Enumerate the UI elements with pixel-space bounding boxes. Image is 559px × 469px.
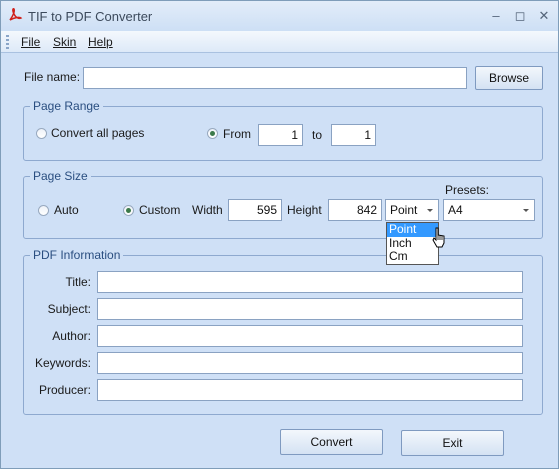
from-radio[interactable]	[207, 128, 218, 139]
menu-file[interactable]: File	[21, 35, 40, 49]
auto-label[interactable]: Auto	[54, 203, 79, 217]
to-page-input[interactable]: 1	[331, 124, 376, 146]
file-name-label: File name:	[24, 70, 81, 84]
author-field-input[interactable]	[97, 325, 523, 347]
width-label: Width	[192, 203, 223, 217]
page-range-title: Page Range	[30, 99, 103, 113]
from-label[interactable]: From	[223, 127, 251, 141]
custom-label[interactable]: Custom	[139, 203, 180, 217]
width-input[interactable]: 595	[228, 199, 282, 221]
app-window: TIF to PDF Converter – ◻ ✕ File Skin Hel…	[0, 0, 559, 469]
custom-radio[interactable]	[123, 205, 134, 216]
producer-field-input[interactable]	[97, 379, 523, 401]
chevron-down-icon	[427, 209, 433, 212]
keywords-field-input[interactable]	[97, 352, 523, 374]
unit-select[interactable]: Point	[385, 199, 439, 221]
author-field-label: Author:	[52, 329, 91, 343]
mouse-cursor-icon	[432, 227, 445, 248]
title-field-label: Title:	[65, 275, 91, 289]
page-size-title: Page Size	[30, 169, 91, 183]
subject-field-input[interactable]	[97, 298, 523, 320]
height-input[interactable]: 842	[328, 199, 382, 221]
presets-label: Presets:	[445, 183, 490, 197]
title-field-input[interactable]	[97, 271, 523, 293]
unit-option-point[interactable]: Point	[387, 223, 438, 237]
keywords-field-label: Keywords:	[34, 356, 91, 370]
to-label: to	[312, 128, 323, 142]
height-label: Height	[287, 203, 322, 217]
minimize-icon[interactable]: –	[488, 9, 504, 23]
presets-select[interactable]: A4	[443, 199, 535, 221]
from-page-input[interactable]: 1	[258, 124, 303, 146]
chevron-down-icon	[523, 209, 529, 212]
convert-button[interactable]: Convert	[280, 429, 383, 455]
menu-grip	[6, 35, 9, 49]
browse-button[interactable]: Browse	[475, 66, 543, 90]
file-name-input[interactable]	[83, 67, 467, 89]
presets-select-value: A4	[448, 203, 463, 217]
close-icon[interactable]: ✕	[536, 9, 552, 23]
convert-all-label[interactable]: Convert all pages	[51, 126, 144, 140]
pdf-info-title: PDF Information	[30, 248, 124, 262]
title-bar[interactable]: TIF to PDF Converter – ◻ ✕	[1, 1, 558, 31]
maximize-icon[interactable]: ◻	[512, 9, 528, 23]
unit-option-cm[interactable]: Cm	[387, 250, 438, 264]
menu-skin[interactable]: Skin	[53, 35, 76, 49]
menu-help[interactable]: Help	[88, 35, 113, 49]
menu-bar: File Skin Help	[1, 31, 558, 53]
unit-option-inch[interactable]: Inch	[387, 236, 438, 251]
pdf-icon	[9, 8, 23, 21]
convert-all-radio[interactable]	[36, 128, 47, 139]
unit-select-value: Point	[390, 203, 418, 217]
exit-button[interactable]: Exit	[401, 430, 504, 456]
window-title: TIF to PDF Converter	[28, 9, 153, 24]
auto-radio[interactable]	[38, 205, 49, 216]
producer-field-label: Producer:	[38, 383, 91, 397]
subject-field-label: Subject:	[47, 302, 91, 316]
